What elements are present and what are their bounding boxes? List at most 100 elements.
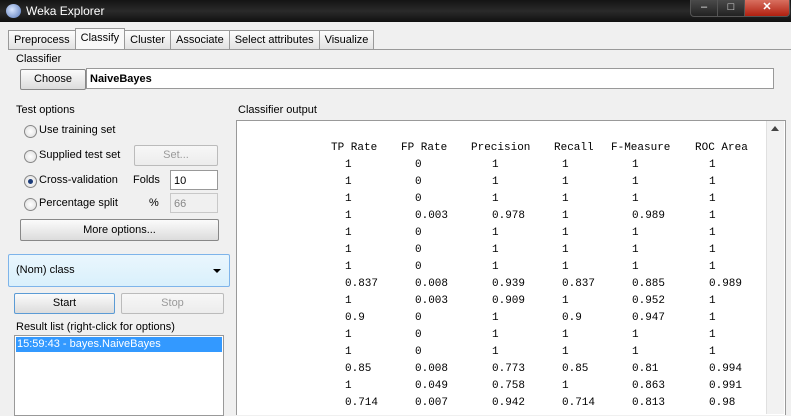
title-bar: Weka Explorer – □ ✕ [0, 0, 791, 22]
tp-rate-cell: 1 [345, 193, 352, 205]
window-title: Weka Explorer [26, 4, 105, 18]
roc-area-cell: 1 [709, 176, 716, 188]
tp-rate-cell: 1 [345, 329, 352, 341]
recall-cell: 1 [562, 261, 569, 273]
f-measure-cell: 1 [632, 346, 639, 358]
fp-rate-cell: 0.003 [415, 210, 449, 222]
minimize-button[interactable]: – [690, 0, 718, 17]
maximize-button[interactable]: □ [717, 0, 745, 17]
tab-select-attributes[interactable]: Select attributes [228, 30, 320, 49]
tp-rate-cell: 1 [345, 244, 352, 256]
fp-rate-cell: 0 [415, 193, 422, 205]
tp-rate-cell: 0.837 [345, 278, 379, 290]
scroll-up-arrow-icon[interactable] [771, 126, 779, 131]
tp-rate-cell: 0.85 [345, 363, 372, 375]
roc-area-cell: 1 [709, 329, 716, 341]
tp-rate-cell: 1 [345, 159, 352, 171]
recall-cell: 1 [562, 193, 569, 205]
precision-cell: 1 [492, 244, 499, 256]
use-training-set-label[interactable]: Use training set [39, 124, 115, 136]
recall-cell: 0.714 [562, 397, 596, 409]
f-measure-cell: 1 [632, 227, 639, 239]
roc-area-cell: 0.991 [709, 380, 743, 392]
fp-rate-cell: 0 [415, 261, 422, 273]
tp-rate-cell: 1 [345, 176, 352, 188]
recall-cell: 1 [562, 210, 569, 222]
precision-cell: 1 [492, 261, 499, 273]
precision-cell: 0.909 [492, 295, 526, 307]
result-list-label: Result list (right-click for options) [16, 321, 175, 333]
fp-rate-header: FP Rate [401, 142, 448, 154]
tp-rate-cell: 1 [345, 261, 352, 273]
percentage-split-label[interactable]: Percentage split [39, 197, 118, 209]
f-measure-cell: 1 [632, 329, 639, 341]
roc-area-cell: 1 [709, 159, 716, 171]
recall-cell: 1 [562, 380, 569, 392]
cross-validation-radio[interactable] [24, 175, 37, 188]
fp-rate-cell: 0 [415, 312, 422, 324]
folds-input[interactable]: 10 [170, 170, 218, 190]
fp-rate-cell: 0 [415, 159, 422, 171]
classifier-output-label: Classifier output [238, 104, 317, 116]
tp-rate-cell: 0.714 [345, 397, 379, 409]
percentage-split-radio[interactable] [24, 198, 37, 211]
tp-rate-cell: 1 [345, 380, 352, 392]
tp-rate-header: TP Rate [331, 142, 378, 154]
result-list[interactable]: 15:59:43 - bayes.NaiveBayes [14, 335, 224, 416]
precision-cell: 1 [492, 227, 499, 239]
supplied-test-set-radio[interactable] [24, 150, 37, 163]
f-measure-cell: 1 [632, 193, 639, 205]
stop-button[interactable]: Stop [121, 293, 224, 314]
use-training-set-radio[interactable] [24, 125, 37, 138]
f-measure-cell: 0.863 [632, 380, 666, 392]
precision-cell: 0.939 [492, 278, 526, 290]
classifier-name-field[interactable]: NaiveBayes [86, 68, 774, 89]
percentage-input[interactable]: 66 [170, 193, 218, 213]
f-measure-header: F-Measure [611, 142, 671, 154]
recall-cell: 1 [562, 329, 569, 341]
folds-label: Folds [133, 174, 160, 186]
tab-classify[interactable]: Classify [74, 28, 126, 49]
supplied-test-set-label[interactable]: Supplied test set [39, 149, 120, 161]
tp-rate-cell: 1 [345, 346, 352, 358]
fp-rate-cell: 0.007 [415, 397, 449, 409]
start-button[interactable]: Start [14, 293, 115, 314]
roc-area-cell: 1 [709, 244, 716, 256]
precision-cell: 1 [492, 346, 499, 358]
cross-validation-label[interactable]: Cross-validation [39, 174, 118, 186]
recall-cell: 1 [562, 346, 569, 358]
roc-area-cell: 0.994 [709, 363, 743, 375]
recall-cell: 0.837 [562, 278, 596, 290]
class-select[interactable]: (Nom) class [8, 254, 230, 287]
tab-associate[interactable]: Associate [170, 30, 230, 49]
fp-rate-cell: 0.049 [415, 380, 449, 392]
precision-cell: 1 [492, 176, 499, 188]
tp-rate-cell: 1 [345, 295, 352, 307]
choose-classifier-button[interactable]: Choose [20, 69, 86, 90]
set-test-set-button[interactable]: Set... [134, 145, 218, 166]
more-options-button[interactable]: More options... [20, 219, 219, 241]
f-measure-cell: 0.885 [632, 278, 666, 290]
precision-cell: 1 [492, 312, 499, 324]
tab-preprocess[interactable]: Preprocess [8, 30, 76, 49]
tab-visualize[interactable]: Visualize [318, 30, 375, 49]
fp-rate-cell: 0 [415, 244, 422, 256]
fp-rate-cell: 0 [415, 329, 422, 341]
fp-rate-cell: 0.008 [415, 278, 449, 290]
chevron-down-icon [213, 269, 221, 273]
close-button[interactable]: ✕ [744, 0, 790, 17]
fp-rate-cell: 0 [415, 227, 422, 239]
tp-rate-cell: 1 [345, 227, 352, 239]
tp-rate-cell: 1 [345, 210, 352, 222]
roc-area-cell: 1 [709, 193, 716, 205]
result-list-item[interactable]: 15:59:43 - bayes.NaiveBayes [16, 337, 222, 352]
roc-area-cell: 0.989 [709, 278, 743, 290]
tab-cluster[interactable]: Cluster [124, 30, 171, 49]
output-scrollbar[interactable] [766, 121, 784, 414]
roc-area-cell: 1 [709, 295, 716, 307]
roc-area-cell: 1 [709, 346, 716, 358]
roc-area-cell: 1 [709, 312, 716, 324]
f-measure-cell: 1 [632, 159, 639, 171]
roc-area-cell: 1 [709, 227, 716, 239]
test-options-label: Test options [16, 104, 75, 116]
